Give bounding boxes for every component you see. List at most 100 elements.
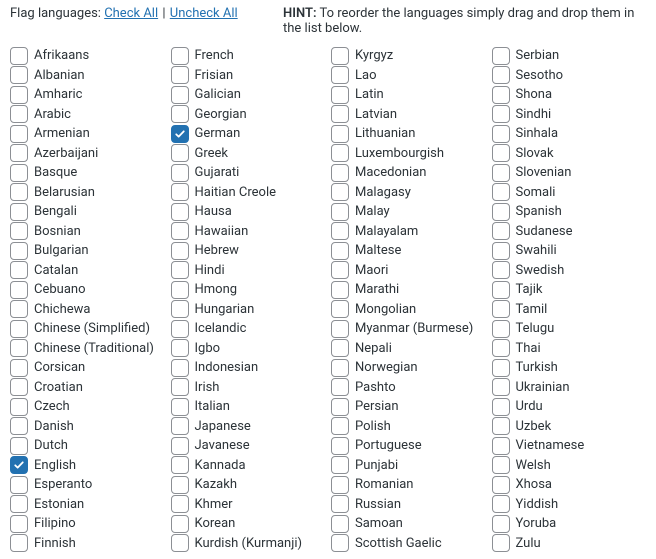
language-item[interactable]: Kannada [171, 456, 326, 476]
language-item[interactable]: Javanese [171, 436, 326, 456]
language-checkbox[interactable] [10, 261, 28, 279]
language-item[interactable]: Sindhi [492, 105, 647, 125]
language-item[interactable]: Kazakh [171, 475, 326, 495]
language-checkbox[interactable] [10, 300, 28, 318]
language-item[interactable]: Catalan [10, 261, 165, 281]
language-checkbox[interactable] [10, 66, 28, 84]
language-item[interactable]: Luxembourgish [331, 144, 486, 164]
language-checkbox[interactable] [10, 222, 28, 240]
language-checkbox[interactable] [331, 86, 349, 104]
language-checkbox[interactable] [171, 417, 189, 435]
language-item[interactable]: Russian [331, 495, 486, 515]
language-checkbox[interactable] [492, 437, 510, 455]
language-item[interactable]: Telugu [492, 319, 647, 339]
language-checkbox[interactable] [10, 359, 28, 377]
language-item[interactable]: Xhosa [492, 475, 647, 495]
language-item[interactable]: Urdu [492, 397, 647, 417]
language-checkbox[interactable] [331, 144, 349, 162]
language-checkbox[interactable] [171, 222, 189, 240]
language-checkbox[interactable] [492, 222, 510, 240]
language-item[interactable]: Latvian [331, 105, 486, 125]
language-checkbox[interactable] [10, 476, 28, 494]
language-checkbox[interactable] [171, 47, 189, 65]
language-checkbox[interactable] [171, 144, 189, 162]
language-checkbox[interactable] [492, 261, 510, 279]
language-checkbox[interactable] [492, 300, 510, 318]
language-item[interactable]: Nepali [331, 339, 486, 359]
language-checkbox[interactable] [492, 125, 510, 143]
language-checkbox[interactable] [171, 456, 189, 474]
language-checkbox[interactable] [171, 339, 189, 357]
language-item[interactable]: Corsican [10, 358, 165, 378]
language-checkbox[interactable] [492, 281, 510, 299]
language-item[interactable]: Polish [331, 417, 486, 437]
uncheck-all-link[interactable]: Uncheck All [170, 6, 238, 21]
language-checkbox[interactable] [171, 164, 189, 182]
language-checkbox[interactable] [331, 183, 349, 201]
language-item[interactable]: Serbian [492, 46, 647, 66]
language-item[interactable]: Icelandic [171, 319, 326, 339]
language-item[interactable]: French [171, 46, 326, 66]
language-item[interactable]: Kurdish (Kurmanji) [171, 534, 326, 554]
language-checkbox[interactable] [171, 86, 189, 104]
language-checkbox[interactable] [331, 476, 349, 494]
language-checkbox[interactable] [171, 378, 189, 396]
language-item[interactable]: Chichewa [10, 300, 165, 320]
language-item[interactable]: Gujarati [171, 163, 326, 183]
language-item[interactable]: Sinhala [492, 124, 647, 144]
language-item[interactable]: Chinese (Traditional) [10, 339, 165, 359]
language-checkbox[interactable] [171, 515, 189, 533]
language-checkbox[interactable] [171, 261, 189, 279]
language-checkbox[interactable] [331, 495, 349, 513]
language-item[interactable]: Shona [492, 85, 647, 105]
language-item[interactable]: Swedish [492, 261, 647, 281]
language-item[interactable]: Ukrainian [492, 378, 647, 398]
language-item[interactable]: Maltese [331, 241, 486, 261]
language-checkbox[interactable] [10, 456, 28, 474]
language-checkbox[interactable] [171, 476, 189, 494]
language-item[interactable]: Arabic [10, 105, 165, 125]
language-checkbox[interactable] [492, 320, 510, 338]
language-item[interactable]: Kyrgyz [331, 46, 486, 66]
language-item[interactable]: Dutch [10, 436, 165, 456]
language-checkbox[interactable] [331, 320, 349, 338]
language-checkbox[interactable] [331, 378, 349, 396]
language-checkbox[interactable] [10, 144, 28, 162]
language-item[interactable]: Estonian [10, 495, 165, 515]
language-checkbox[interactable] [331, 66, 349, 84]
language-checkbox[interactable] [331, 222, 349, 240]
language-item[interactable]: Finnish [10, 534, 165, 554]
language-checkbox[interactable] [331, 534, 349, 552]
language-checkbox[interactable] [171, 125, 189, 143]
language-checkbox[interactable] [171, 183, 189, 201]
language-checkbox[interactable] [331, 242, 349, 260]
language-checkbox[interactable] [171, 203, 189, 221]
language-item[interactable]: Somali [492, 183, 647, 203]
language-checkbox[interactable] [10, 495, 28, 513]
language-checkbox[interactable] [331, 398, 349, 416]
language-item[interactable]: Igbo [171, 339, 326, 359]
language-checkbox[interactable] [171, 66, 189, 84]
language-item[interactable]: Bosnian [10, 222, 165, 242]
language-checkbox[interactable] [171, 281, 189, 299]
language-checkbox[interactable] [331, 164, 349, 182]
language-checkbox[interactable] [171, 242, 189, 260]
language-checkbox[interactable] [10, 515, 28, 533]
language-item[interactable]: Hausa [171, 202, 326, 222]
language-item[interactable]: Persian [331, 397, 486, 417]
language-item[interactable]: Slovenian [492, 163, 647, 183]
language-item[interactable]: Thai [492, 339, 647, 359]
language-item[interactable]: Myanmar (Burmese) [331, 319, 486, 339]
language-item[interactable]: Malayalam [331, 222, 486, 242]
language-checkbox[interactable] [331, 281, 349, 299]
language-checkbox[interactable] [492, 47, 510, 65]
language-item[interactable]: Basque [10, 163, 165, 183]
language-item[interactable]: Greek [171, 144, 326, 164]
language-item[interactable]: Albanian [10, 66, 165, 86]
language-item[interactable]: Sudanese [492, 222, 647, 242]
language-checkbox[interactable] [331, 105, 349, 123]
language-item[interactable]: Georgian [171, 105, 326, 125]
language-item[interactable]: Uzbek [492, 417, 647, 437]
language-checkbox[interactable] [171, 437, 189, 455]
language-item[interactable]: Frisian [171, 66, 326, 86]
